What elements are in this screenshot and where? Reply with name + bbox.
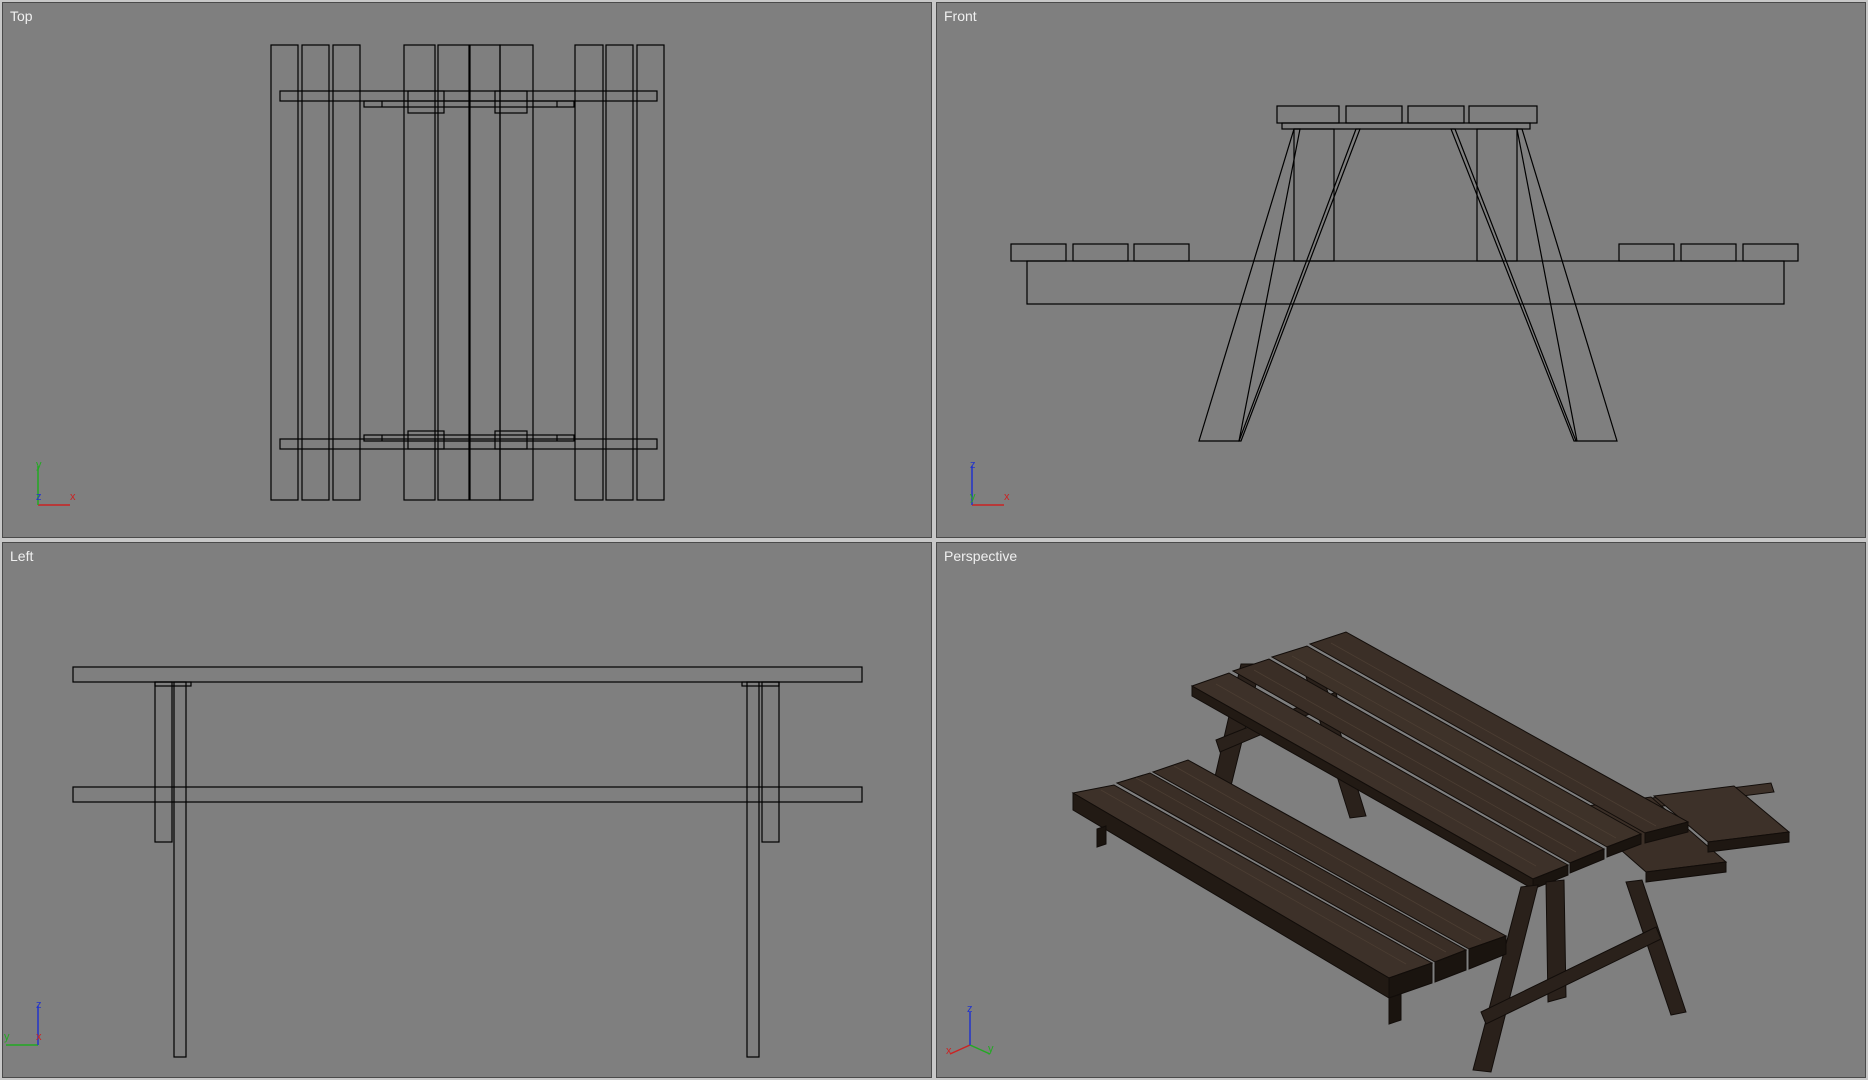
tabletop-planks-front: [1276, 105, 1538, 130]
perspective-viewport[interactable]: Perspective x y z: [934, 540, 1868, 1080]
top-view-wireframe: x y z: [36, 44, 665, 506]
front-legs: [1472, 879, 1687, 1073]
left-view-wireframe: y z x: [4, 666, 863, 1058]
axis-z-label: z: [967, 1003, 973, 1015]
axis-x-label: x: [946, 1045, 952, 1057]
axis-z-label: z: [36, 491, 42, 503]
axis-y-label: y: [36, 459, 42, 471]
seat-planks-front: [1010, 243, 1799, 305]
seat-side: [72, 786, 863, 803]
legs-side: [154, 681, 780, 1058]
axis-tripod-top: x y z: [36, 459, 76, 506]
axis-x-label: x: [36, 1031, 42, 1043]
axis-tripod-front: x z y: [970, 459, 1010, 506]
axis-y-label: y: [4, 1031, 10, 1043]
axis-z-label: z: [36, 999, 42, 1011]
axis-tripod-left: y z x: [4, 999, 42, 1046]
axis-y-label: y: [988, 1043, 994, 1055]
left-viewport[interactable]: Left y z x: [0, 540, 934, 1080]
axis-x-label: x: [70, 491, 76, 503]
leg-supports-front: [1198, 128, 1618, 442]
top-viewport[interactable]: Top x y z: [0, 0, 934, 540]
axis-tripod-perspective: x y z: [946, 1003, 994, 1057]
front-viewport[interactable]: Front x z y: [934, 0, 1868, 540]
axis-y-label: y: [970, 491, 976, 503]
picnic-table-render: x y z: [946, 631, 1791, 1073]
front-view-wireframe: x z y: [970, 105, 1799, 506]
tabletop-planks-top: [270, 44, 665, 501]
axis-z-label: z: [970, 459, 976, 471]
tabletop-side: [72, 666, 863, 683]
axis-x-label: x: [1004, 491, 1010, 503]
